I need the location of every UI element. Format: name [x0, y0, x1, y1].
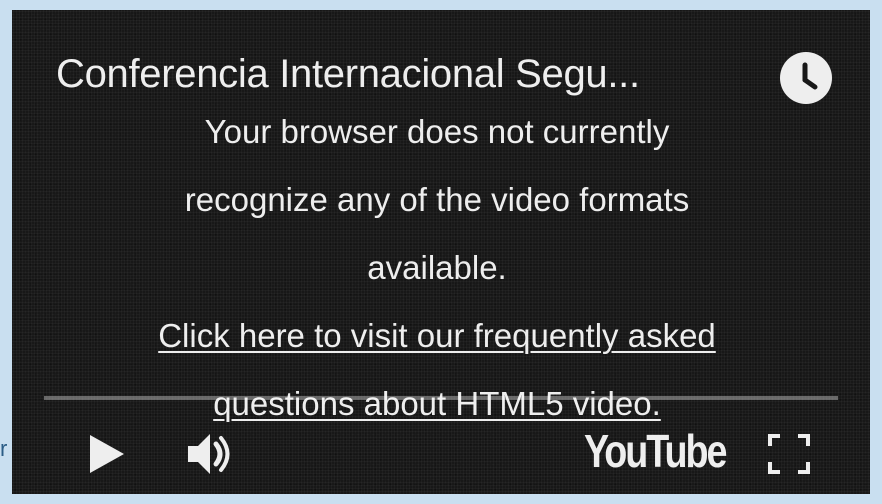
fullscreen-icon	[768, 434, 810, 474]
page: r Conferencia Internacional Segu... Your…	[0, 0, 882, 504]
stray-text: r	[0, 436, 8, 461]
unsupported-format-message: Your browser does not currently recogniz…	[52, 98, 822, 438]
volume-icon	[188, 434, 230, 474]
fullscreen-button[interactable]	[766, 432, 812, 476]
clock-icon	[802, 62, 818, 90]
play-button[interactable]	[86, 432, 126, 476]
watch-later-button[interactable]	[780, 52, 832, 104]
faq-link-line-1[interactable]: Click here to visit our frequently asked	[158, 317, 716, 354]
message-line-2: recognize any of the video formats	[184, 181, 690, 218]
message-line-1: Your browser does not currently	[204, 113, 670, 150]
video-title[interactable]: Conferencia Internacional Segu...	[56, 52, 756, 97]
message-line-3: available.	[367, 249, 507, 286]
progress-bar[interactable]	[44, 396, 838, 400]
video-player[interactable]: Conferencia Internacional Segu... Your b…	[12, 10, 870, 494]
volume-button[interactable]	[184, 430, 240, 478]
play-icon	[90, 435, 124, 473]
youtube-logo[interactable]: YouTube	[584, 424, 727, 478]
control-bar: YouTube	[12, 412, 870, 492]
